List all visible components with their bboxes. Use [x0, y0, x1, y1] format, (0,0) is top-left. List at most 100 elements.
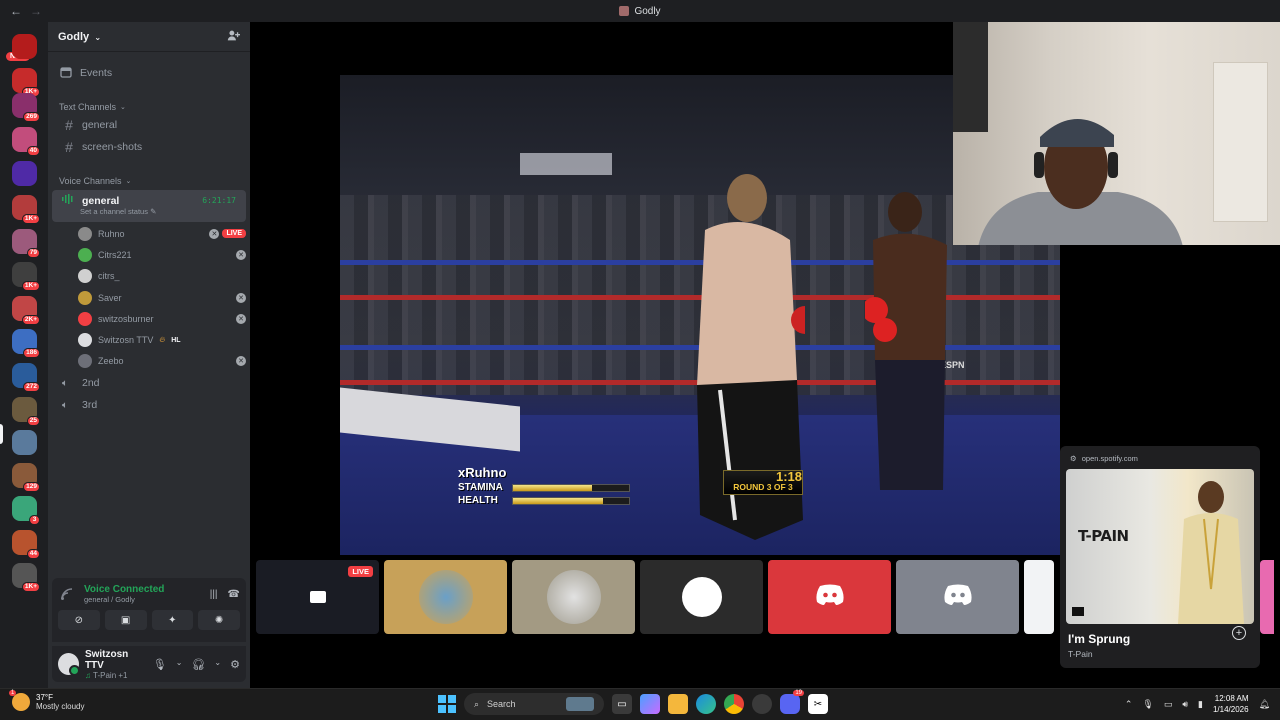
microphone-icon[interactable]: 🎙︎	[153, 658, 167, 671]
server-icon[interactable]: 1K+	[12, 262, 40, 291]
task-view-icon[interactable]: ▭	[612, 694, 632, 714]
add-to-library-icon[interactable]: +	[1232, 626, 1246, 640]
voice-user[interactable]: Zeebo ✕	[48, 351, 250, 372]
system-clock[interactable]: 12:08 AM 1/14/2026	[1213, 693, 1249, 715]
screen-share-button[interactable]: ▣	[104, 610, 147, 630]
headphones-icon[interactable]: 🎧︎	[191, 658, 205, 671]
voice-user[interactable]: Switzosn TTV 🔥︎ HL	[48, 329, 250, 350]
weather-widget[interactable]: 1 37°F Mostly cloudy	[9, 690, 84, 711]
voice-user-name: Zeebo	[98, 356, 124, 367]
tile-ruhno-stream[interactable]: LIVE	[256, 560, 379, 634]
battery-icon[interactable]: ▮	[1198, 699, 1203, 710]
round-label: ROUND 3 OF 3	[733, 482, 793, 492]
noise-suppression-icon[interactable]: |||	[210, 589, 218, 600]
pencil-icon: ✎	[150, 207, 157, 216]
parental-advisory-icon	[1072, 607, 1084, 616]
network-icon[interactable]: ▭	[1164, 699, 1173, 710]
tile-switzosburner[interactable]	[768, 560, 891, 634]
text-channels-category[interactable]: Text Channels ⌄	[48, 100, 250, 114]
avatar[interactable]	[58, 653, 80, 676]
server-icon[interactable]	[12, 34, 37, 59]
windows-start-icon[interactable]	[438, 695, 456, 713]
voice-channel-name: general	[82, 194, 120, 207]
tile-citrs[interactable]	[512, 560, 635, 634]
voice-connected-sub[interactable]: general / Godly	[84, 595, 164, 604]
voice-connected-title[interactable]: Voice Connected	[84, 584, 164, 595]
tile-saver[interactable]	[640, 560, 763, 634]
soundboard-button[interactable]: ✺	[198, 610, 240, 630]
tile-citrs221[interactable]	[384, 560, 507, 634]
tile-zeebo[interactable]	[896, 560, 1019, 634]
server-icon[interactable]: 129	[12, 463, 40, 492]
add-member-icon[interactable]	[227, 29, 240, 45]
chevron-up-icon[interactable]: ⌃	[1125, 699, 1133, 710]
server-icon[interactable]: 79	[12, 229, 40, 258]
file-explorer-icon[interactable]	[668, 694, 688, 714]
capcut-icon[interactable]: ✂	[808, 694, 828, 714]
server-icon[interactable]: 40	[12, 127, 40, 156]
channel-status[interactable]: Set a channel status ✎	[62, 207, 156, 216]
camera-off-button[interactable]: ⊘	[58, 610, 100, 630]
copilot-icon[interactable]	[640, 694, 660, 714]
voice-channel-2nd[interactable]: 🔈︎ 2nd	[52, 372, 246, 394]
mention-badge: 3	[29, 515, 40, 525]
text-channel-general[interactable]: # general	[52, 114, 246, 136]
tile-partial[interactable]	[1024, 560, 1054, 634]
voice-user[interactable]: citrs_	[48, 266, 250, 287]
voice-user[interactable]: Citrs221 ✕	[48, 244, 250, 265]
volume-icon[interactable]: 🔊︎	[1182, 699, 1188, 710]
server-icon[interactable]: 25	[12, 397, 40, 426]
spotify-popup[interactable]: ⚙ open.spotify.com T-PAIN I'm Sprung T-P…	[1060, 446, 1260, 668]
chevron-down-icon[interactable]: ⌄	[176, 658, 183, 671]
voice-channel-3rd[interactable]: 🔈︎ 3rd	[52, 394, 246, 416]
channel-name: 3rd	[82, 399, 98, 412]
guild-header[interactable]: Godly ⌄	[48, 22, 250, 52]
speaker-icon: 🔈︎	[62, 399, 68, 411]
stream-video[interactable]: ESPN xRuhno STAMINA HEALTH 1:18 ROUND 3 …	[340, 75, 1060, 555]
voice-user[interactable]: Saver ✕	[48, 287, 250, 308]
text-channel-screen-shots[interactable]: # screen-shots	[52, 136, 246, 158]
server-icon[interactable]: 186	[12, 329, 40, 358]
server-icon[interactable]: 2K+	[12, 296, 40, 325]
guild-name: Godly	[58, 30, 90, 43]
events-item[interactable]: Events	[48, 62, 250, 84]
server-icon[interactable]: 272	[12, 363, 40, 392]
server-rail: NEW 1K+269401K+791K+2K+186272251293441K+	[0, 22, 48, 688]
edge-icon[interactable]	[696, 694, 716, 714]
microphone-tray-icon[interactable]: 🎙︎	[1142, 699, 1153, 710]
camera-off-icon: ⊘	[74, 614, 84, 626]
mention-badge: 2K+	[21, 315, 40, 325]
server-icon[interactable]: 44	[12, 530, 40, 559]
voice-user-name: Saver	[98, 292, 122, 303]
connection-signal-icon[interactable]	[58, 585, 76, 603]
user-tag: HL	[171, 336, 181, 344]
chrome-icon[interactable]	[724, 694, 744, 714]
chevron-down-icon[interactable]: ⌄	[214, 658, 221, 671]
server-icon[interactable]: 1K+	[12, 68, 40, 97]
channel-name: 2nd	[82, 377, 100, 390]
voice-channel-general[interactable]: general 6:21:17 Set a channel status ✎	[52, 190, 246, 222]
voice-user[interactable]: switzosburner ✕	[48, 308, 250, 329]
user-name[interactable]: Switzosn TTV	[85, 649, 147, 671]
album-art: T-PAIN	[1066, 469, 1254, 624]
discord-taskbar-icon[interactable]: 19	[780, 690, 804, 714]
voice-channels-category[interactable]: Voice Channels ⌄	[48, 174, 250, 188]
server-icon[interactable]: 269	[12, 93, 40, 122]
track-artist[interactable]: T-Pain	[1066, 649, 1254, 659]
voice-user[interactable]: Ruhno ✕ LIVE	[48, 223, 250, 244]
activities-button[interactable]: ✦	[151, 610, 194, 630]
notification-bell-icon[interactable]: 🔔︎	[1259, 699, 1270, 710]
gear-icon[interactable]: ⚙	[230, 658, 240, 671]
taskbar-search[interactable]: ⌕ Search	[464, 693, 604, 715]
server-icon[interactable]	[12, 161, 37, 186]
server-icon[interactable]	[12, 430, 37, 455]
server-icon[interactable]: 1K+	[12, 195, 40, 224]
steam-icon[interactable]	[752, 694, 772, 714]
server-icon[interactable]: 1K+	[12, 563, 40, 592]
disconnect-icon[interactable]: ☎	[228, 589, 240, 600]
server-icon[interactable]: 3	[12, 496, 40, 525]
tile-overflow[interactable]	[1260, 560, 1274, 634]
mention-badge: 79	[26, 248, 40, 258]
webcam-feed[interactable]	[953, 22, 1280, 245]
activities-icon: ✦	[168, 614, 177, 626]
